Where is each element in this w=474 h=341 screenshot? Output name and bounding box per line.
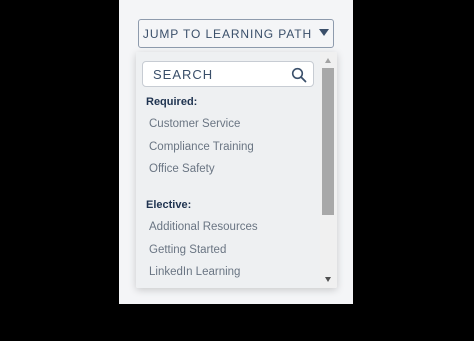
dropdown-list: Required: Customer Service Compliance Tr… (136, 52, 320, 288)
list-item-office-safety[interactable]: Office Safety (149, 163, 215, 175)
elective-group-label: Elective: (146, 199, 192, 211)
search-field[interactable] (142, 61, 314, 87)
learning-path-panel: JUMP TO LEARNING PATH Required: Customer… (119, 0, 353, 304)
list-item-linkedin-learning[interactable]: LinkedIn Learning (149, 266, 240, 278)
jump-to-learning-path-button[interactable]: JUMP TO LEARNING PATH (138, 19, 334, 48)
search-icon[interactable] (291, 67, 307, 83)
scrollbar-thumb[interactable] (322, 68, 334, 215)
list-item-customer-service[interactable]: Customer Service (149, 118, 240, 130)
dropdown-scrollbar[interactable] (320, 52, 337, 288)
caret-down-icon (319, 29, 330, 36)
scroll-down-arrow-icon[interactable] (325, 277, 331, 282)
jump-button-label: JUMP TO LEARNING PATH (142, 26, 313, 41)
scroll-up-arrow-icon[interactable] (325, 58, 331, 63)
learning-path-dropdown: Required: Customer Service Compliance Tr… (136, 52, 337, 288)
list-item-getting-started[interactable]: Getting Started (149, 244, 226, 256)
list-item-additional-resources[interactable]: Additional Resources (149, 221, 258, 233)
list-item-compliance-training[interactable]: Compliance Training (149, 141, 254, 153)
search-input[interactable] (143, 62, 293, 86)
required-group-label: Required: (146, 96, 198, 108)
